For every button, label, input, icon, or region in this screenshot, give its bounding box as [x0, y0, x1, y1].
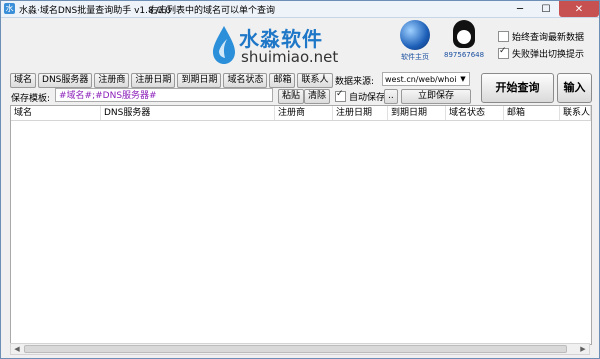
field-button-dns[interactable]: DNS服务器: [38, 73, 93, 88]
column-header-status[interactable]: 域名状态: [446, 106, 504, 120]
scroll-left-icon[interactable]: ◀: [11, 344, 23, 354]
popup-on-fail-checkbox[interactable]: [498, 46, 509, 59]
app-icon: 水: [4, 3, 15, 14]
logo-en-text: shuimiao.net: [241, 48, 339, 66]
field-button-status[interactable]: 域名状态: [223, 73, 268, 88]
header-banner: 水淼软件 shuimiao.net 软件主页 897567648 始终查询最新数…: [1, 18, 599, 70]
results-table[interactable]: 域名 DNS服务器 注册商 注册日期 到期日期 域名状态 邮箱 联系人: [10, 105, 592, 345]
autosave-label: 自动保存: [349, 93, 386, 103]
maximize-icon[interactable]: ☐: [533, 1, 559, 17]
save-now-button[interactable]: 立即保存: [401, 89, 471, 104]
popup-on-fail-label: 失败弹出切换提示: [512, 50, 585, 60]
field-button-contact[interactable]: 联系人: [297, 73, 333, 88]
window-controls: ─ ☐ ✕: [507, 1, 599, 17]
globe-icon: [400, 20, 430, 50]
water-drop-icon: [213, 26, 235, 64]
brand-logo: 水淼软件 shuimiao.net: [211, 23, 338, 67]
template-label: 保存模板:: [11, 94, 51, 104]
always-latest-checkbox[interactable]: [498, 31, 509, 42]
scroll-right-icon[interactable]: ▶: [577, 344, 589, 354]
qq-contact-link[interactable]: 897567648: [444, 20, 484, 70]
horizontal-scrollbar[interactable]: ◀ ▶: [10, 343, 590, 355]
main-window: 水 水淼·域名DNS批量查询助手 v1.8.0.0 右击列表中的域名可以单个查询…: [0, 0, 600, 359]
autosave-checkbox[interactable]: [335, 89, 346, 102]
homepage-link[interactable]: 软件主页: [393, 20, 437, 70]
chevron-down-icon[interactable]: ▼: [458, 74, 468, 84]
autosave-option[interactable]: 自动保存: [335, 89, 386, 103]
field-button-email[interactable]: 邮箱: [269, 73, 296, 88]
field-button-registrar[interactable]: 注册商: [94, 73, 130, 88]
column-header-email[interactable]: 邮箱: [504, 106, 560, 120]
scrollbar-thumb[interactable]: [24, 345, 567, 353]
popup-on-fail-option[interactable]: 失败弹出切换提示: [498, 46, 585, 60]
source-selected-value: west.cn/web/whoi: [385, 75, 457, 84]
column-header-dns[interactable]: DNS服务器: [101, 106, 275, 120]
results-table-header: 域名 DNS服务器 注册商 注册日期 到期日期 域名状态 邮箱 联系人: [11, 106, 591, 121]
browse-path-button[interactable]: ..: [384, 89, 398, 104]
always-latest-option[interactable]: 始终查询最新数据: [498, 30, 584, 43]
column-header-reg-date[interactable]: 注册日期: [333, 106, 388, 120]
paste-button[interactable]: 粘贴: [278, 89, 305, 104]
qq-penguin-icon: [453, 20, 475, 48]
template-input[interactable]: #域名#;#DNS服务器#: [55, 88, 273, 102]
clear-button[interactable]: 清除: [304, 89, 331, 104]
always-latest-label: 始终查询最新数据: [512, 33, 585, 43]
homepage-label: 软件主页: [401, 53, 429, 61]
source-label: 数据来源:: [335, 77, 375, 87]
source-select[interactable]: west.cn/web/whoi ▼: [382, 72, 470, 86]
field-button-exp-date[interactable]: 到期日期: [177, 73, 222, 88]
column-header-exp-date[interactable]: 到期日期: [388, 106, 446, 120]
close-icon[interactable]: ✕: [559, 1, 599, 17]
column-header-domain[interactable]: 域名: [11, 106, 101, 120]
qq-number: 897567648: [444, 51, 485, 59]
column-header-registrar[interactable]: 注册商: [275, 106, 333, 120]
title-hint: 右击列表中的域名可以单个查询: [149, 6, 276, 16]
field-button-reg-date[interactable]: 注册日期: [131, 73, 176, 88]
title-bar: 水 水淼·域名DNS批量查询助手 v1.8.0.0 右击列表中的域名可以单个查询…: [1, 1, 599, 18]
column-header-contact[interactable]: 联系人: [560, 106, 591, 120]
field-button-domain[interactable]: 域名: [10, 73, 37, 88]
minimize-icon[interactable]: ─: [507, 1, 533, 17]
input-button[interactable]: 输入: [557, 73, 592, 103]
start-query-button[interactable]: 开始查询: [481, 73, 554, 103]
field-toolbar: 域名 DNS服务器 注册商 注册日期 到期日期 域名状态 邮箱 联系人: [10, 73, 333, 88]
